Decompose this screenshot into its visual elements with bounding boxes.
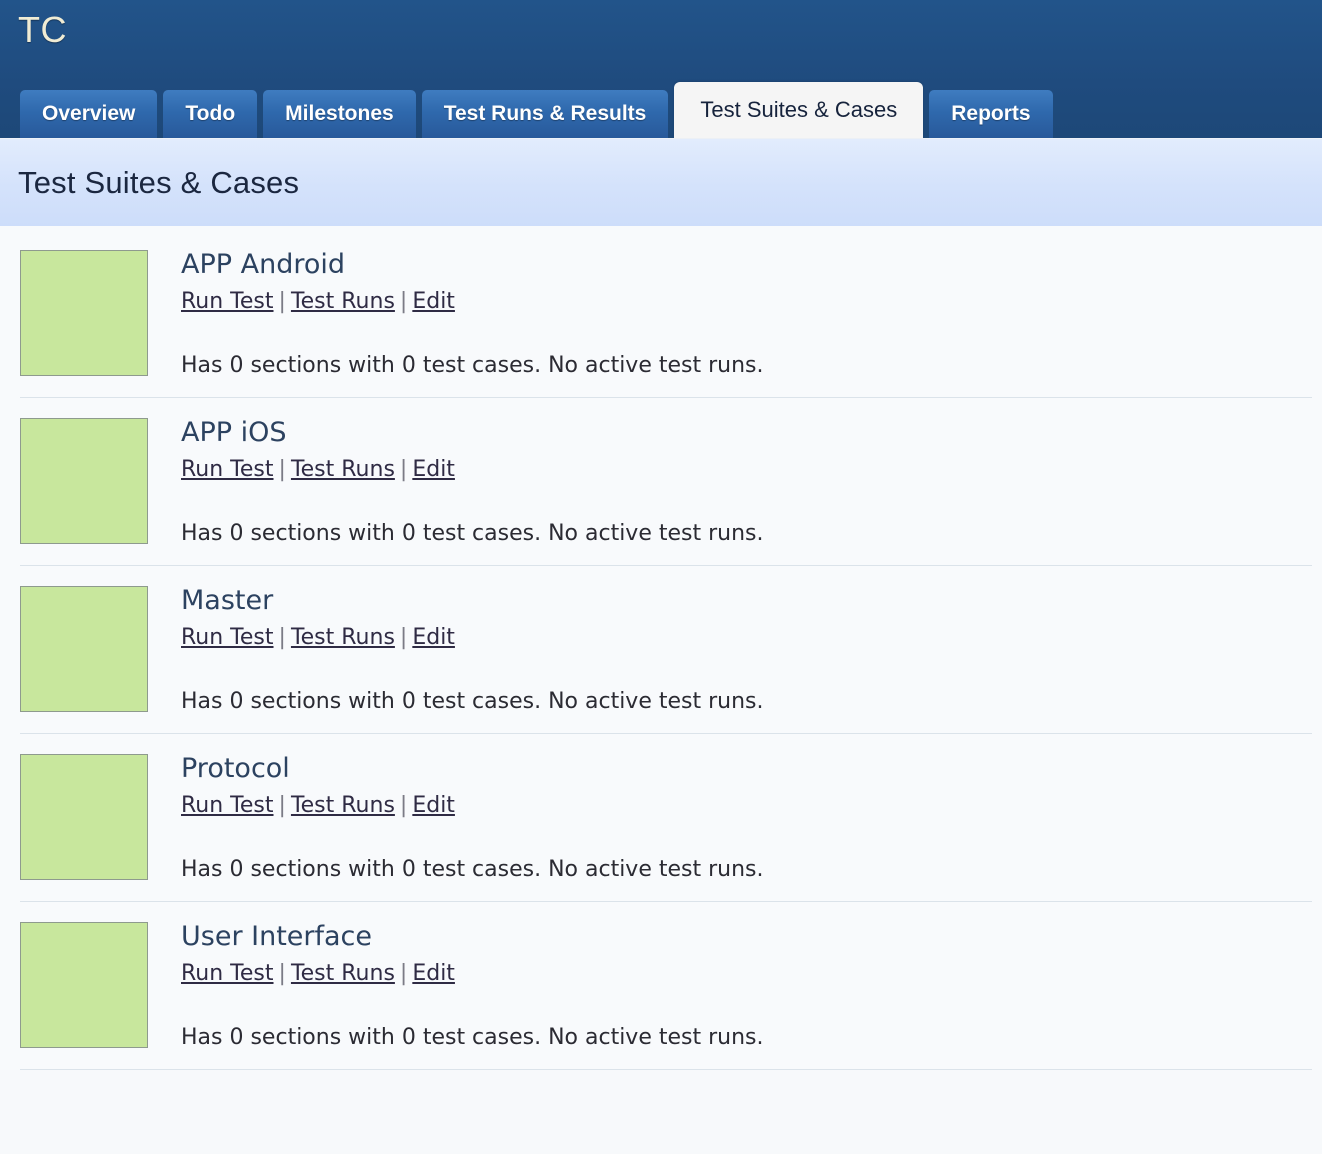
link-separator: | (399, 625, 408, 650)
link-separator: | (278, 289, 286, 314)
test-runs-link[interactable]: Test Runs (291, 457, 395, 482)
tab-label: Overview (42, 102, 136, 125)
suite-row: Master Run Test | Test Runs | Edit Has 0 secti… (20, 566, 1312, 734)
link-separator: | (278, 793, 286, 818)
run-test-link[interactable]: Run Test (181, 961, 274, 986)
suite-body: APP iOS Run Test | Test Runs | Edit Has 0 sect… (181, 416, 1312, 549)
tab-label: Todo (185, 102, 236, 125)
tab-label: Milestones (285, 102, 394, 125)
page-title-band: Test Suites & Cases (0, 138, 1322, 226)
suite-thumbnail[interactable] (20, 922, 148, 1048)
test-suite-list: APP Android Run Test | Test Runs | Edit Has 0 … (0, 226, 1322, 1070)
link-separator: | (399, 457, 408, 482)
test-runs-link[interactable]: Test Runs (291, 289, 395, 314)
suite-body: Master Run Test | Test Runs | Edit Has 0 secti… (181, 584, 1312, 717)
suite-body: APP Android Run Test | Test Runs | Edit Has 0 … (181, 248, 1312, 381)
suite-action-links: Run Test | Test Runs | Edit (181, 455, 1312, 485)
suite-name[interactable]: APP iOS (181, 416, 1312, 450)
link-separator: | (399, 289, 408, 314)
tab-overview[interactable]: Overview (20, 90, 158, 138)
test-runs-link[interactable]: Test Runs (291, 793, 395, 818)
suite-thumbnail[interactable] (20, 418, 148, 544)
suite-row: Protocol Run Test | Test Runs | Edit Has 0 sec… (20, 734, 1312, 902)
suite-row: User Interface Run Test | Test Runs | Edit Has… (20, 902, 1312, 1070)
tab-test-suites-cases[interactable]: Test Suites & Cases (674, 82, 924, 138)
app-header: TC Overview Todo Milestones Test Runs & Res… (0, 0, 1322, 138)
suite-action-links: Run Test | Test Runs | Edit (181, 287, 1312, 317)
link-separator: | (278, 961, 286, 986)
app-brand-title: TC (18, 9, 67, 50)
run-test-link[interactable]: Run Test (181, 457, 274, 482)
suite-name[interactable]: APP Android (181, 248, 1312, 282)
edit-link[interactable]: Edit (412, 625, 455, 650)
edit-link[interactable]: Edit (412, 289, 455, 314)
suite-row: APP Android Run Test | Test Runs | Edit Has 0 … (20, 230, 1312, 398)
suite-summary-text: Has 0 sections with 0 test cases. No act… (181, 689, 764, 714)
suite-summary-text: Has 0 sections with 0 test cases. No act… (181, 1025, 764, 1050)
suite-summary-text: Has 0 sections with 0 test cases. No act… (181, 521, 764, 546)
tab-label: Test Runs & Results (443, 102, 647, 125)
run-test-link[interactable]: Run Test (181, 289, 274, 314)
edit-link[interactable]: Edit (412, 793, 455, 818)
run-test-link[interactable]: Run Test (181, 625, 274, 650)
suite-summary-text: Has 0 sections with 0 test cases. No act… (181, 353, 764, 378)
tab-todo[interactable]: Todo (163, 90, 258, 138)
tab-label: Test Suites & Cases (700, 97, 898, 122)
suite-row: APP iOS Run Test | Test Runs | Edit Has 0 sect… (20, 398, 1312, 566)
link-separator: | (278, 625, 286, 650)
suite-thumbnail[interactable] (20, 250, 148, 376)
run-test-link[interactable]: Run Test (181, 793, 274, 818)
suite-action-links: Run Test | Test Runs | Edit (181, 791, 1312, 821)
tab-test-runs-results[interactable]: Test Runs & Results (421, 90, 669, 138)
tab-milestones[interactable]: Milestones (263, 90, 416, 138)
suite-body: User Interface Run Test | Test Runs | Edit Has… (181, 920, 1312, 1053)
suite-thumbnail[interactable] (20, 754, 148, 880)
suite-summary-text: Has 0 sections with 0 test cases. No act… (181, 857, 764, 882)
suite-name[interactable]: Protocol (181, 752, 1312, 786)
suite-body: Protocol Run Test | Test Runs | Edit Has 0 sec… (181, 752, 1312, 885)
main-tab-bar: Overview Todo Milestones Test Runs & Result… (0, 80, 1322, 138)
suite-thumbnail[interactable] (20, 586, 148, 712)
page-title: Test Suites & Cases (18, 164, 300, 200)
suite-action-links: Run Test | Test Runs | Edit (181, 959, 1312, 989)
link-separator: | (278, 457, 286, 482)
test-runs-link[interactable]: Test Runs (291, 961, 395, 986)
edit-link[interactable]: Edit (412, 457, 455, 482)
edit-link[interactable]: Edit (412, 961, 455, 986)
tab-label: Reports (951, 102, 1031, 125)
test-runs-link[interactable]: Test Runs (291, 625, 395, 650)
tab-reports[interactable]: Reports (929, 90, 1053, 138)
suite-name[interactable]: User Interface (181, 920, 1312, 954)
link-separator: | (399, 793, 408, 818)
link-separator: | (399, 961, 408, 986)
suite-action-links: Run Test | Test Runs | Edit (181, 623, 1312, 653)
suite-name[interactable]: Master (181, 584, 1312, 618)
